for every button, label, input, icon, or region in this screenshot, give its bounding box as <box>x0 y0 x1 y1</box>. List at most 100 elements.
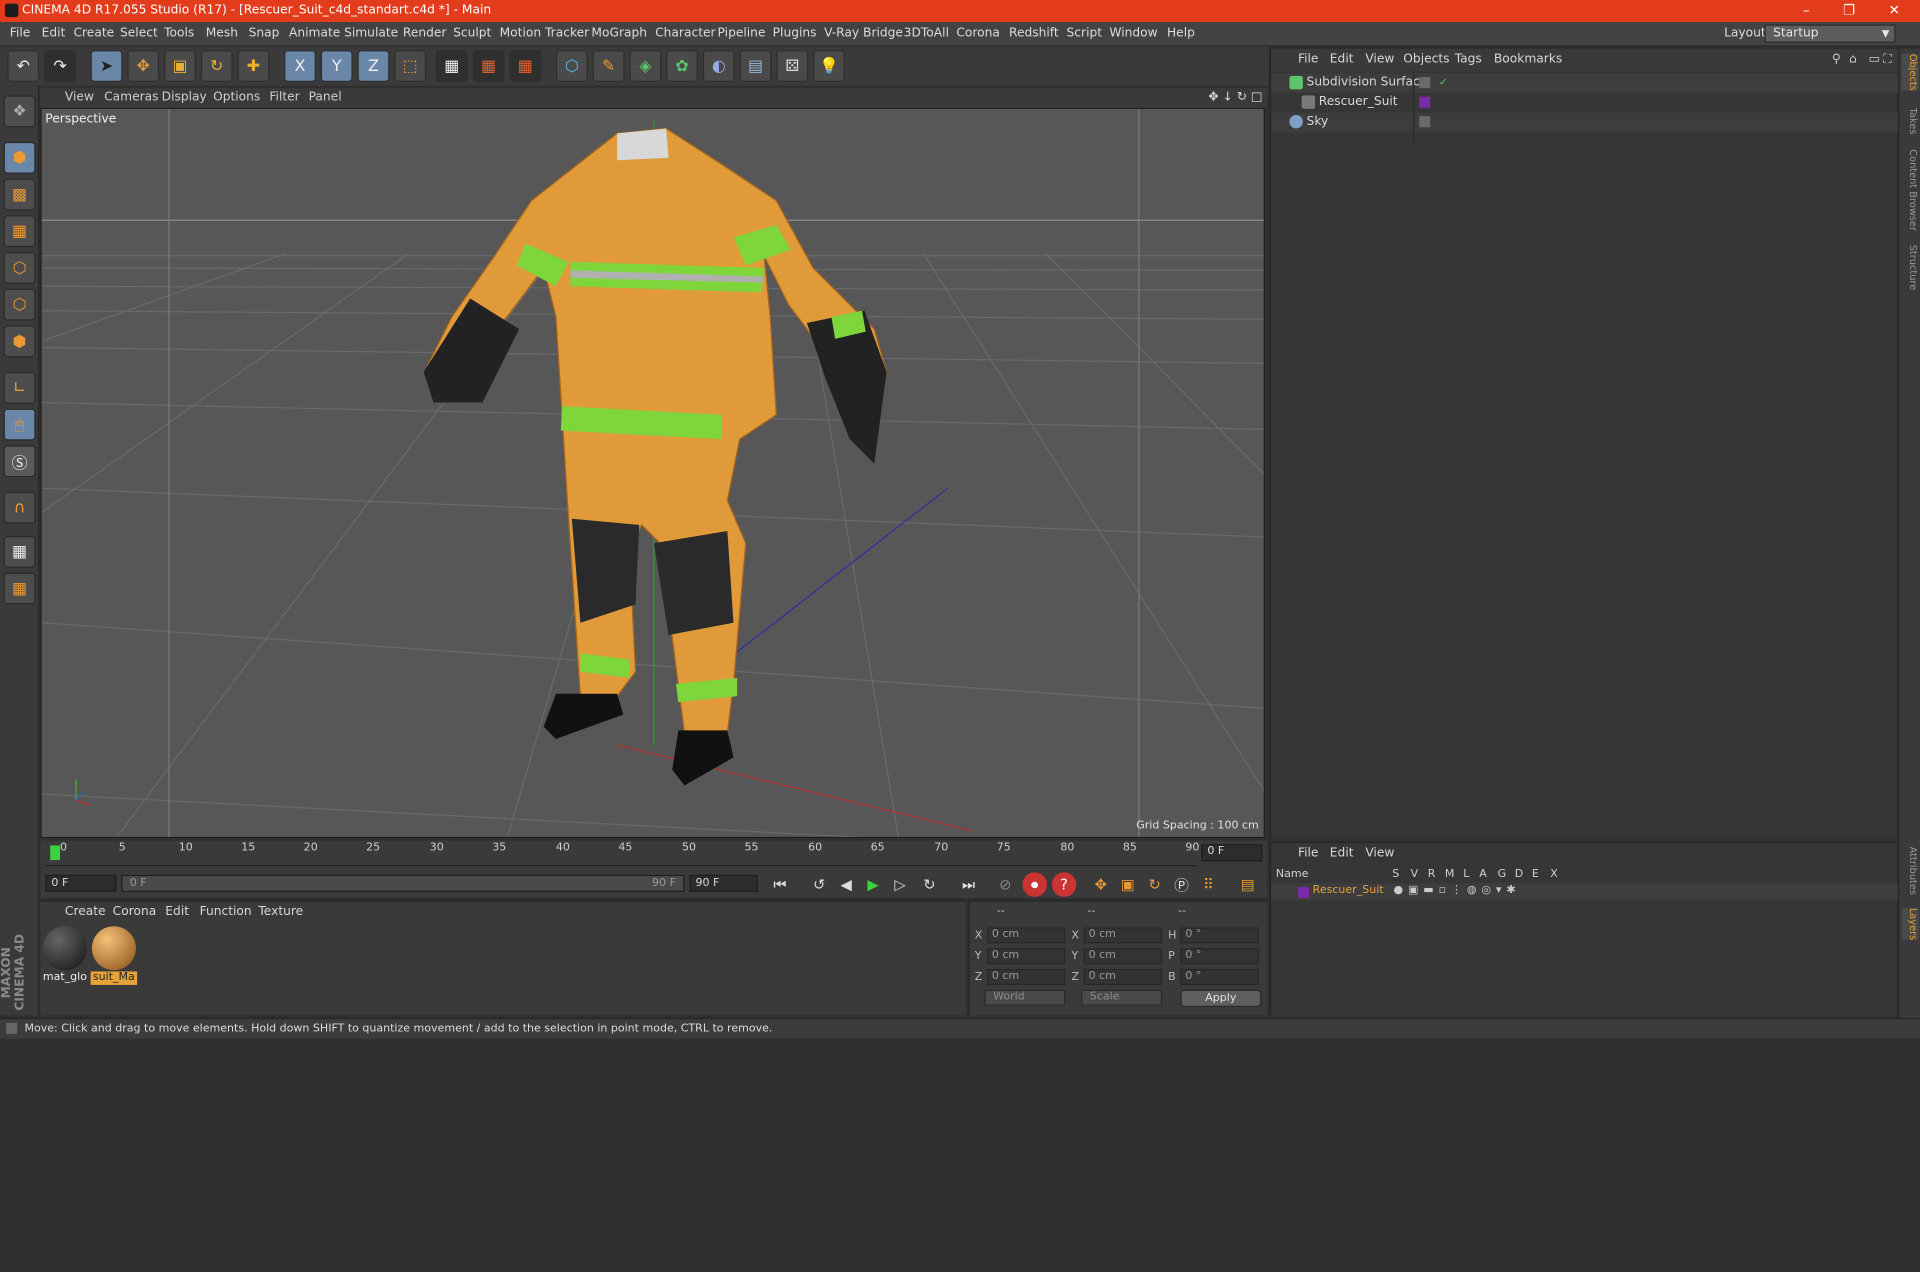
enabled-check-icon[interactable]: ✓ <box>1439 77 1448 89</box>
menu-mograph[interactable]: MoGraph <box>591 27 647 40</box>
menu-file[interactable]: File <box>10 27 30 40</box>
layer-row-rescuer-suit[interactable]: Rescuer_Suit ●▣▬▫⋮◍◎▾✱ <box>1271 883 1898 901</box>
tab-objects[interactable]: Objects <box>1901 53 1919 91</box>
object-row-rescuer-suit[interactable]: Rescuer_Suit <box>1271 93 1898 113</box>
menu-plugins[interactable]: Plugins <box>773 27 817 40</box>
solo-icon[interactable]: Ⓢ <box>3 445 36 478</box>
object-name[interactable]: Subdivision Surface <box>1307 76 1428 89</box>
size-x-field[interactable]: 0 cm <box>1083 927 1163 944</box>
menu-mesh[interactable]: Mesh <box>206 27 238 40</box>
menu-3dtoall[interactable]: 3DToAll <box>904 27 949 40</box>
play-forward-icon[interactable]: ▶ <box>861 872 885 896</box>
scale-tool-icon[interactable]: ▣ <box>164 50 196 82</box>
om-menu-tags[interactable]: Tags <box>1455 53 1482 66</box>
material-menu-corona[interactable]: Corona <box>113 905 157 918</box>
col-manager[interactable]: M <box>1445 869 1455 881</box>
redo-icon[interactable]: ↷ <box>44 50 76 82</box>
menu-pipeline[interactable]: Pipeline <box>718 27 766 40</box>
viewport-menu-display[interactable]: Display <box>162 91 207 104</box>
position-z-field[interactable]: 0 cm <box>986 969 1066 985</box>
frame-ruler[interactable]: 0 5 10 15 20 25 30 35 40 45 50 55 60 65 … <box>45 842 1199 867</box>
workplane-icon[interactable]: ▦ <box>3 215 36 248</box>
move-tool-icon[interactable]: ✥ <box>127 50 160 82</box>
size-y-field[interactable]: 0 cm <box>1083 948 1163 965</box>
close-icon[interactable]: ✕ <box>1873 0 1915 22</box>
mograph-cloner-icon[interactable]: ✿ <box>666 50 698 82</box>
menu-edit[interactable]: Edit <box>42 27 66 40</box>
z-axis-lock-icon[interactable]: Z <box>357 50 390 82</box>
menu-tools[interactable]: Tools <box>164 27 194 40</box>
timeline-ruler[interactable]: 0 5 10 15 20 25 30 35 40 45 50 55 60 65 … <box>40 840 1268 872</box>
menu-vray-bridge[interactable]: V-Ray Bridge <box>824 27 903 40</box>
menu-sculpt[interactable]: Sculpt <box>453 27 491 40</box>
object-name[interactable]: Sky <box>1307 115 1329 128</box>
key-pla-icon[interactable]: ⠿ <box>1196 872 1220 896</box>
rescuer-suit-model[interactable] <box>423 127 888 786</box>
live-selection-icon[interactable]: ✚ <box>237 50 270 82</box>
go-to-start-icon[interactable]: ⏮ <box>768 872 792 896</box>
tweak-mode-icon[interactable]: 🖱 <box>3 408 36 441</box>
tab-content-browser[interactable]: Content Browser <box>1902 149 1919 231</box>
menu-motion-tracker[interactable]: Motion Tracker <box>500 27 590 40</box>
previous-key-icon[interactable]: ↺ <box>807 872 831 896</box>
menu-simulate[interactable]: Simulate <box>344 27 398 40</box>
viewport-perspective[interactable]: Perspective Grid Spacing : 100 cm <box>40 107 1265 839</box>
edges-mode-icon[interactable]: ⬡ <box>3 288 36 321</box>
viewport-menu-filter[interactable]: Filter <box>269 91 299 104</box>
menu-snap[interactable]: Snap <box>249 27 280 40</box>
apply-button[interactable]: Apply <box>1180 989 1262 1007</box>
menu-create[interactable]: Create <box>73 27 114 40</box>
polygons-mode-icon[interactable]: ⬢ <box>3 325 36 358</box>
camera-icon[interactable]: ⚄ <box>776 50 809 82</box>
col-generators[interactable]: G <box>1498 869 1507 881</box>
rotation-h-field[interactable]: 0 ° <box>1180 927 1259 944</box>
model-mode-icon[interactable]: ⬢ <box>3 141 36 174</box>
minimize-icon[interactable]: – <box>1785 0 1827 22</box>
lm-menu-view[interactable]: View <box>1365 847 1394 860</box>
previous-frame-icon[interactable]: ◀ <box>834 872 858 896</box>
object-row-subdivision-surface[interactable]: Subdivision Surface ✓ <box>1271 73 1898 93</box>
layer-color-swatch[interactable] <box>1297 887 1309 899</box>
menu-window[interactable]: Window <box>1109 27 1157 40</box>
subdivision-generator-icon[interactable]: ◈ <box>629 50 662 82</box>
material-menu-function[interactable]: Function <box>200 905 252 918</box>
maximize-panel-icon[interactable]: ⛶ <box>1883 53 1892 66</box>
position-x-field[interactable]: 0 cm <box>986 927 1066 944</box>
search-icon[interactable]: ⚲ <box>1832 53 1841 66</box>
restore-icon[interactable]: ❐ <box>1828 0 1870 22</box>
playhead-marker[interactable] <box>50 845 61 861</box>
next-key-icon[interactable]: ↻ <box>917 872 941 896</box>
lm-menu-edit[interactable]: Edit <box>1330 847 1354 860</box>
key-parameter-icon[interactable]: Ⓟ <box>1169 872 1193 896</box>
y-axis-lock-icon[interactable]: Y <box>320 50 353 82</box>
col-expressions[interactable]: E <box>1532 869 1539 881</box>
snap-magnet-icon[interactable]: ∩ <box>3 491 36 524</box>
render-view-icon[interactable]: ▦ <box>435 50 468 82</box>
menu-character[interactable]: Character <box>655 27 715 40</box>
render-settings-icon[interactable]: ▦ <box>509 50 542 82</box>
go-to-end-icon[interactable]: ⏭ <box>956 872 980 896</box>
home-icon[interactable]: ⌂ <box>1849 53 1857 66</box>
cube-primitive-icon[interactable]: ⬡ <box>555 50 588 82</box>
layout-dropdown[interactable]: Startup ▼ <box>1764 24 1896 43</box>
viewport-menu-options[interactable]: Options <box>213 91 260 104</box>
viewport-menu-panel[interactable]: Panel <box>309 91 342 104</box>
texture-mode-icon[interactable]: ▩ <box>3 178 36 211</box>
axis-mode-icon[interactable]: ∟ <box>3 371 36 404</box>
menu-help[interactable]: Help <box>1167 27 1195 40</box>
x-axis-lock-icon[interactable]: X <box>284 50 316 82</box>
pen-spline-icon[interactable]: ✎ <box>592 50 625 82</box>
tab-layers[interactable]: Layers <box>1901 907 1919 941</box>
record-keys-icon[interactable]: ⏺ <box>1022 872 1047 897</box>
next-frame-icon[interactable]: ▷ <box>888 872 912 896</box>
lock-workplane-icon[interactable]: ▦ <box>3 535 36 568</box>
render-picture-viewer-icon[interactable]: ▦ <box>472 50 505 82</box>
om-menu-file[interactable]: File <box>1298 53 1318 66</box>
om-menu-view[interactable]: View <box>1365 53 1394 66</box>
make-editable-icon[interactable]: ❖ <box>3 95 36 128</box>
col-solo[interactable]: S <box>1392 869 1399 881</box>
current-frame-field[interactable]: 0 F <box>1201 844 1263 862</box>
om-menu-objects[interactable]: Objects <box>1403 53 1449 66</box>
start-frame-field[interactable]: 0 F <box>45 874 117 892</box>
coordinate-system-icon[interactable]: ⬚ <box>394 50 427 82</box>
